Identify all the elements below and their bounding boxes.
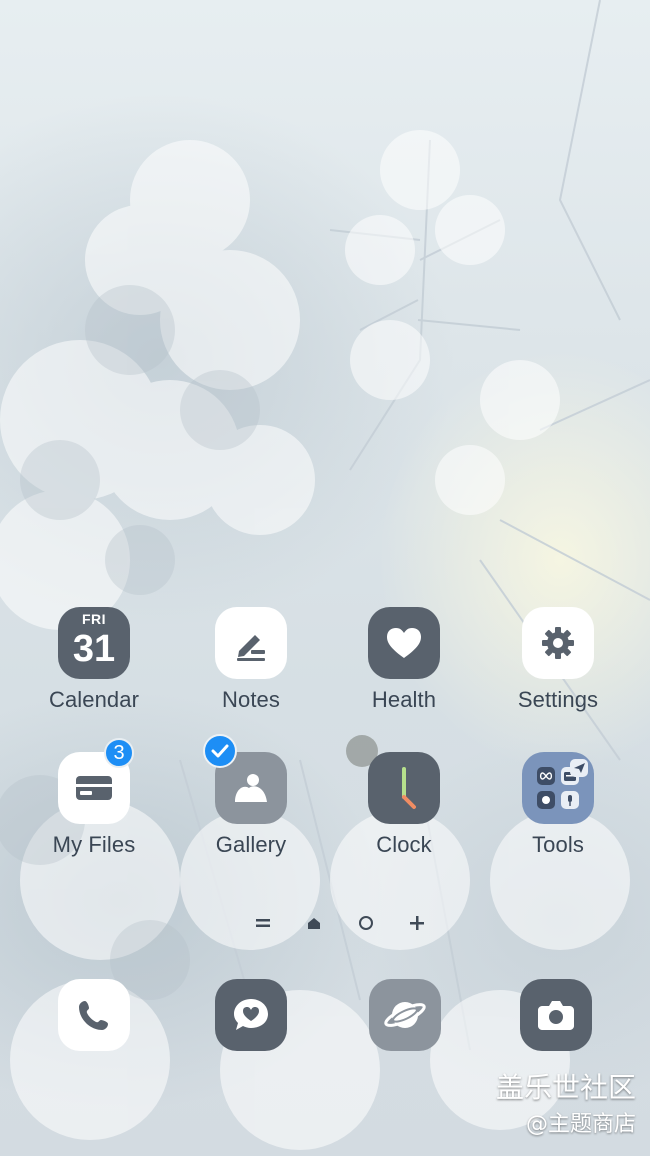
browser-planet-icon[interactable] [369, 979, 441, 1051]
menu-page-icon[interactable] [255, 918, 271, 928]
gallery-icon [203, 734, 287, 824]
infinity-mini-icon [537, 767, 555, 785]
calendar-app[interactable]: FRI 31 Calendar [24, 607, 164, 713]
tools-folder-icon [522, 752, 594, 824]
camera-icon[interactable] [520, 979, 592, 1051]
app-label: Clock [376, 832, 432, 857]
page-dot-icon[interactable] [358, 915, 374, 931]
messages-icon[interactable] [215, 979, 287, 1051]
add-page-icon[interactable] [409, 915, 425, 931]
calendar-icon: FRI 31 [58, 607, 130, 679]
home-page-icon[interactable] [306, 915, 322, 931]
settings-app[interactable]: Settings [488, 607, 628, 713]
page-indicator[interactable] [255, 910, 425, 936]
clock-app[interactable]: Clock [334, 752, 474, 858]
watermark-theme-store: @主题商店 [525, 1112, 636, 1137]
app-label: Settings [517, 687, 599, 712]
app-label: Calendar [48, 687, 140, 712]
send-mini-icon [570, 759, 588, 777]
app-label: My Files [52, 832, 136, 857]
phone-icon[interactable] [58, 979, 130, 1051]
notes-app[interactable]: Notes [181, 607, 321, 713]
watermark-community: 盖乐世社区 [495, 1071, 636, 1104]
app-label: Tools [532, 832, 584, 857]
gallery-app[interactable]: Gallery [181, 734, 321, 858]
selected-check-icon [203, 734, 237, 768]
tools-folder[interactable]: Tools [488, 752, 628, 858]
gear-icon [522, 607, 594, 679]
calendar-day: FRI [81, 611, 107, 627]
health-app[interactable]: Health [334, 607, 474, 713]
calendar-date: 31 [72, 628, 116, 670]
mic-mini-icon [561, 791, 579, 809]
app-label: Health [371, 687, 437, 712]
clock-icon [368, 752, 440, 824]
app-label: Gallery [215, 832, 287, 857]
app-label: Notes [222, 687, 280, 712]
folder-card-icon: 3 [58, 738, 134, 824]
notification-badge: 3 [104, 738, 134, 768]
notes-pen-icon [215, 607, 287, 679]
my-files-app[interactable]: 3 My Files [24, 738, 164, 858]
heart-icon [368, 607, 440, 679]
globe-mini-icon [537, 791, 555, 809]
